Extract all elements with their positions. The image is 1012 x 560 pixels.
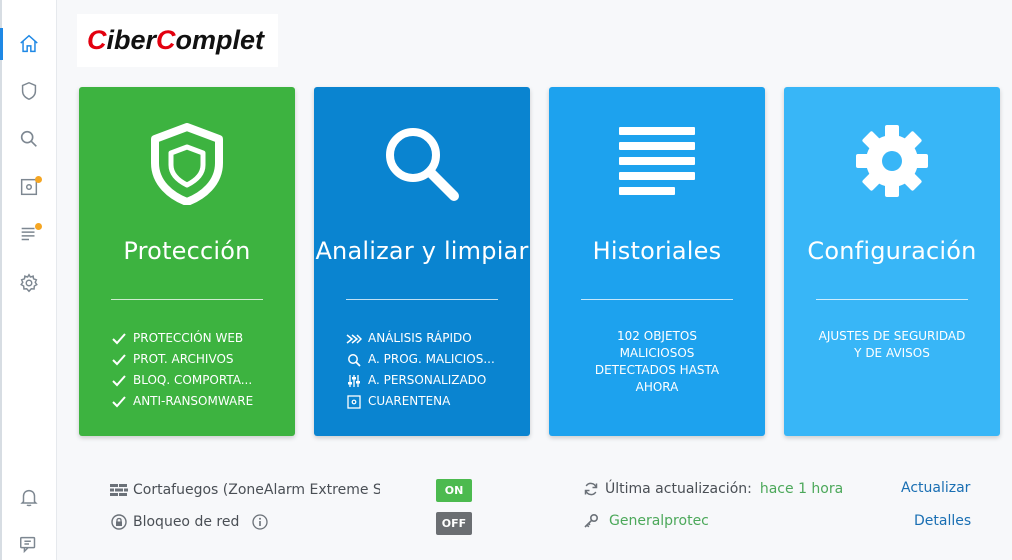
chat-icon (19, 536, 35, 554)
sidebar-item-notifications[interactable] (0, 477, 57, 517)
divider (816, 299, 968, 300)
bell-icon (19, 489, 38, 507)
info-icon[interactable] (251, 513, 269, 531)
list-item[interactable]: PROT. ARCHIVOS (111, 349, 253, 370)
last-update-label: Última actualización: (605, 481, 752, 497)
list-icon (619, 127, 695, 195)
sidebar-item-home[interactable] (0, 24, 57, 64)
check-icon (111, 332, 127, 346)
divider (581, 299, 733, 300)
brand-logo: Ciber Complet (77, 14, 278, 67)
last-update-status: Última actualización: hace 1 hora (582, 478, 843, 500)
firewall-status: Cortafuegos (ZoneAlarm Extreme Sec (110, 479, 380, 501)
list-item[interactable]: CUARENTENA (346, 391, 495, 412)
list-item-label: A. PROG. MALICIOS... (368, 352, 495, 366)
feature-list: PROTECCIÓN WEB PROT. ARCHIVOS BLOQ. COMP… (111, 328, 253, 412)
quarantine-icon (346, 394, 362, 409)
shield-icon (151, 123, 223, 205)
list-item-label: BLOQ. COMPORTA... (133, 373, 253, 387)
sidebar-item-quarantine[interactable] (0, 167, 57, 207)
list-item-label: ANTI-RANSOMWARE (133, 394, 254, 408)
description-line: 102 OBJETOS (617, 329, 697, 343)
gear-icon (856, 125, 928, 197)
fast-forward-icon (346, 332, 362, 346)
search-icon (346, 353, 362, 367)
notification-badge (35, 223, 42, 230)
tile-title: Protección (123, 237, 251, 265)
sidebar-item-protection[interactable] (0, 71, 57, 111)
list-item-label: PROTECCIÓN WEB (133, 331, 244, 345)
description-line: MALICIOSOS (619, 346, 695, 360)
divider (111, 299, 263, 300)
tile-description: 102 OBJETOS MALICIOSOS DETECTADOS HASTA … (569, 328, 745, 396)
description-line: DETECTADOS HASTA (594, 363, 720, 377)
tile-protection[interactable]: Protección PROTECCIÓN WEB PROT. ARCHIVOS… (79, 87, 295, 436)
sidebar (0, 0, 57, 560)
firewall-icon (110, 481, 128, 499)
list-item-label: A. PERSONALIZADO (368, 373, 487, 387)
tile-history[interactable]: Historiales 102 OBJETOS MALICIOSOS DETEC… (549, 87, 765, 436)
check-icon (111, 353, 127, 367)
list-item-label: ANÁLISIS RÁPIDO (368, 331, 472, 345)
tile-title: Analizar y limpiar (315, 237, 529, 265)
tile-description: AJUSTES DE SEGURIDAD Y DE AVISOS (804, 328, 980, 362)
sidebar-item-history[interactable] (0, 214, 57, 254)
divider (346, 299, 498, 300)
list-item[interactable]: BLOQ. COMPORTA... (111, 370, 253, 391)
license-name: Generalprotec (609, 513, 709, 529)
firewall-toggle[interactable]: ON (436, 479, 472, 502)
logo-letter: C (87, 25, 107, 55)
search-icon (386, 128, 459, 201)
sidebar-item-scan[interactable] (0, 119, 57, 159)
firewall-label: Cortafuegos (ZoneAlarm Extreme Sec (133, 482, 380, 498)
tile-scan-clean[interactable]: Analizar y limpiar ANÁLISIS RÁPIDO A. PR… (314, 87, 530, 436)
home-icon (19, 34, 38, 53)
list-item-label: PROT. ARCHIVOS (133, 352, 234, 366)
check-icon (111, 374, 127, 388)
tile-title: Historiales (592, 237, 722, 265)
list-item[interactable]: ANTI-RANSOMWARE (111, 391, 253, 412)
network-block-label: Bloqueo de red (133, 514, 240, 530)
list-item[interactable]: ANÁLISIS RÁPIDO (346, 328, 495, 349)
update-link[interactable]: Actualizar (901, 480, 970, 496)
check-icon (111, 395, 127, 409)
tile-settings[interactable]: Configuración AJUSTES DE SEGURIDAD Y DE … (784, 87, 1000, 436)
details-link[interactable]: Detalles (914, 513, 971, 529)
lock-icon (110, 513, 128, 531)
logo-text: omplet (175, 25, 265, 55)
network-block-status: Bloqueo de red (110, 511, 274, 533)
last-update-value: hace 1 hora (759, 481, 844, 497)
tile-title: Configuración (807, 237, 977, 265)
shield-icon (21, 81, 36, 101)
logo-letter: C (156, 25, 176, 55)
list-item-label: CUARENTENA (368, 394, 451, 408)
sidebar-item-support[interactable] (0, 524, 57, 560)
scan-options: ANÁLISIS RÁPIDO A. PROG. MALICIOS... A. … (346, 328, 495, 412)
refresh-icon (582, 480, 600, 498)
network-block-toggle[interactable]: OFF (436, 512, 472, 535)
key-icon (582, 512, 600, 530)
sliders-icon (346, 374, 362, 388)
list-item[interactable]: PROTECCIÓN WEB (111, 328, 253, 349)
logo-text: iber (106, 25, 157, 55)
license-status: Generalprotec (582, 510, 709, 532)
list-item[interactable]: A. PERSONALIZADO (346, 370, 495, 391)
description-line: AJUSTES DE SEGURIDAD (818, 329, 966, 343)
list-item[interactable]: A. PROG. MALICIOS... (346, 349, 495, 370)
description-line: Y DE AVISOS (854, 346, 930, 360)
gear-icon (19, 273, 38, 293)
notification-badge (35, 176, 42, 183)
search-icon (20, 130, 37, 147)
sidebar-item-settings[interactable] (0, 263, 57, 303)
description-line: AHORA (635, 380, 679, 394)
